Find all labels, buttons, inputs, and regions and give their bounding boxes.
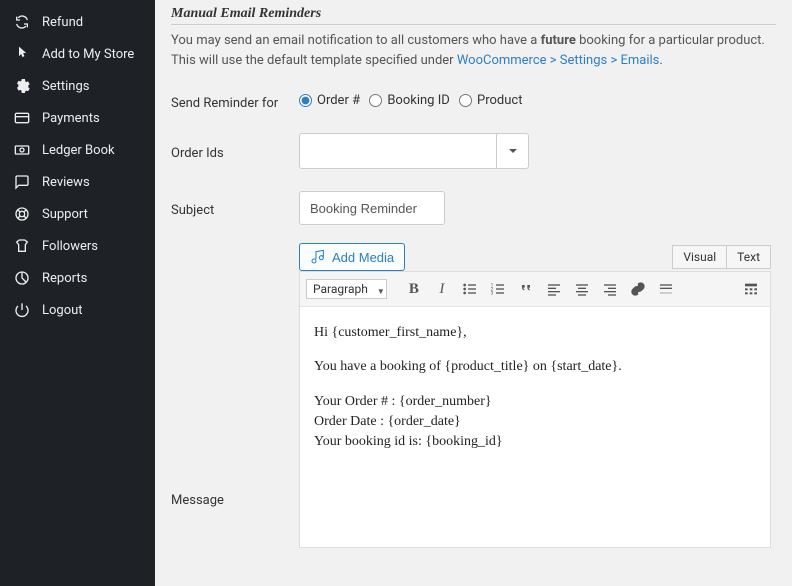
insert-more-button[interactable] [653, 276, 679, 302]
editor-line: Hi {customer_first_name}, [314, 323, 756, 343]
bullet-list-button[interactable] [457, 276, 483, 302]
subject-label: Subject [171, 199, 299, 218]
section-description: You may send an email notification to al… [171, 31, 776, 70]
toolbar-toggle-button[interactable] [738, 276, 764, 302]
main-content: Manual Email Reminders You may send an e… [155, 0, 792, 586]
subject-input[interactable] [299, 191, 445, 225]
editor-tabs: Visual Text [672, 245, 771, 269]
editor-line: You have a booking of {product_title} on… [314, 357, 756, 377]
editor-line: Order Date : {order_date} [314, 414, 461, 429]
chevron-down-icon [508, 146, 518, 156]
cash-icon [14, 142, 30, 158]
bold-button[interactable]: B [401, 276, 427, 302]
sidebar-item-label: Payments [42, 111, 100, 126]
sidebar-item-label: Add to My Store [42, 47, 134, 62]
sidebar-item-support[interactable]: Support [0, 198, 155, 230]
sidebar-item-logout[interactable]: Logout [0, 294, 155, 326]
sidebar-item-payments[interactable]: Payments [0, 102, 155, 134]
radio-booking-input[interactable] [369, 94, 382, 107]
shirt-icon [14, 238, 30, 254]
tab-text[interactable]: Text [727, 245, 771, 269]
align-center-button[interactable] [569, 276, 595, 302]
card-icon [14, 110, 30, 126]
editor-line: Your Order # : {order_number} [314, 394, 492, 409]
desc-bold: future [541, 33, 576, 48]
editor-toolbar: Paragraph B I 123 [300, 272, 770, 307]
chart-icon [14, 270, 30, 286]
format-select-value: Paragraph [306, 279, 387, 299]
sidebar-item-settings[interactable]: Settings [0, 70, 155, 102]
align-right-button[interactable] [597, 276, 623, 302]
editor-line: Your booking id is: {booking_id} [314, 434, 503, 449]
format-select[interactable]: Paragraph [306, 282, 391, 297]
sidebar-item-label: Settings [42, 79, 89, 94]
sidebar-item-label: Logout [42, 303, 83, 318]
sidebar-item-ledger[interactable]: Ledger Book [0, 134, 155, 166]
section-title: Manual Email Reminders [171, 6, 776, 25]
sidebar-item-add-store[interactable]: Add to My Store [0, 38, 155, 70]
sidebar-item-reports[interactable]: Reports [0, 262, 155, 294]
send-reminder-label: Send Reminder for [171, 92, 299, 111]
sidebar-item-label: Ledger Book [42, 143, 115, 158]
refresh-icon [14, 14, 30, 30]
link-button[interactable] [625, 276, 651, 302]
radio-product-input[interactable] [459, 94, 472, 107]
editor-body[interactable]: Hi {customer_first_name}, You have a boo… [300, 307, 770, 547]
desc-text-pre: You may send an email notification to al… [171, 33, 541, 48]
pointer-icon [14, 46, 30, 62]
ordered-list-button[interactable]: 123 [485, 276, 511, 302]
send-reminder-field: Order # Booking ID Product [299, 93, 776, 111]
sidebar-item-reviews[interactable]: Reviews [0, 166, 155, 198]
sidebar-item-label: Refund [42, 15, 83, 30]
editor: Paragraph B I 123 Hi {customer_f [299, 271, 771, 548]
order-ids-dropdown[interactable] [299, 133, 529, 169]
sidebar-item-label: Followers [42, 239, 98, 254]
quote-button[interactable] [513, 276, 539, 302]
radio-order-label: Order # [317, 93, 360, 108]
radio-order-input[interactable] [299, 94, 312, 107]
lifebuoy-icon [14, 206, 30, 222]
sidebar-item-refund[interactable]: Refund [0, 6, 155, 38]
radio-booking-label: Booking ID [387, 93, 449, 108]
message-label: Message [171, 243, 299, 508]
radio-option-order[interactable]: Order # [299, 93, 360, 108]
align-left-button[interactable] [541, 276, 567, 302]
dropdown-toggle[interactable] [496, 134, 528, 168]
order-ids-label: Order Ids [171, 142, 299, 161]
svg-text:3: 3 [491, 290, 494, 296]
sidebar-item-label: Support [42, 207, 88, 222]
radio-option-product[interactable]: Product [459, 93, 522, 108]
add-media-button[interactable]: Add Media [299, 243, 405, 271]
radio-product-label: Product [477, 93, 522, 108]
sidebar-item-label: Reviews [42, 175, 90, 190]
radio-option-booking[interactable]: Booking ID [369, 93, 449, 108]
chat-icon [14, 174, 30, 190]
gear-icon [14, 78, 30, 94]
desc-dot: . [659, 53, 662, 68]
desc-link[interactable]: WooCommerce > Settings > Emails [457, 53, 660, 68]
italic-button[interactable]: I [429, 276, 455, 302]
sidebar-item-followers[interactable]: Followers [0, 230, 155, 262]
add-media-label: Add Media [332, 250, 394, 265]
music-note-icon [310, 249, 326, 265]
sidebar: Refund Add to My Store Settings Payments… [0, 0, 155, 586]
sidebar-item-label: Reports [42, 271, 87, 286]
tab-visual[interactable]: Visual [672, 245, 727, 269]
dropdown-value [300, 134, 496, 168]
power-icon [14, 302, 30, 318]
